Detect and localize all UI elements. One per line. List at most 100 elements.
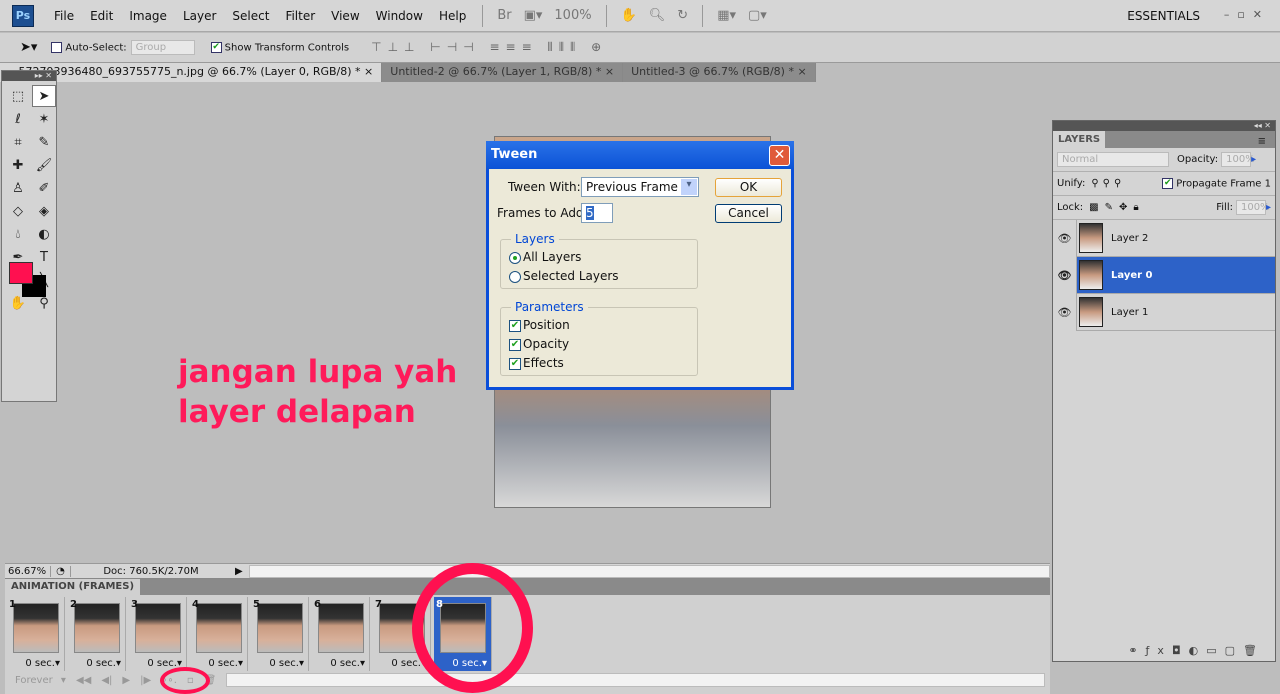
next-frame-icon[interactable]: |▶ [140,675,151,686]
zoom-level[interactable]: 66.67% [5,565,51,577]
selected-layers-radio[interactable]: Selected Layers [509,269,697,288]
marquee-tool-icon[interactable]: ⬚ [6,85,30,107]
menu-filter[interactable]: Filter [277,9,323,23]
frames-to-add-input[interactable]: 5 [581,203,613,223]
zoom-level-select[interactable]: 100% [548,8,597,23]
bridge-icon[interactable]: Br [491,8,517,23]
position-checkbox[interactable]: ✔ Position [509,318,697,337]
menu-bar: Ps File Edit Image Layer Select Filter V… [0,0,1280,32]
cancel-button[interactable]: Cancel [715,204,782,223]
fill-arrow-icon[interactable]: ▸ [1266,202,1271,213]
move-tool-icon[interactable]: ➤ [32,85,56,107]
animation-frame[interactable]: 4 0 sec.▾ [190,597,248,671]
layers-footer-icons[interactable]: ⚭ƒx◘◐▭▢🗑︎ [1128,644,1265,657]
menu-window[interactable]: Window [368,9,431,23]
tween-with-dropdown[interactable]: Previous Frame ▾ [581,177,699,197]
workspace-switcher[interactable]: ESSENTIALS [1127,9,1200,23]
layers-group: Layers All Layers Selected Layers [500,232,698,289]
screen-mode-icon[interactable]: ▢▾ [742,8,773,23]
all-layers-radio[interactable]: All Layers [509,250,697,269]
menu-file[interactable]: File [46,9,82,23]
menu-layer[interactable]: Layer [175,9,224,23]
auto-select-dropdown[interactable]: Group [130,40,195,55]
eraser-icon[interactable]: ◇ [6,200,30,222]
frame-number: 7 [375,599,382,610]
layer-row[interactable]: 👁︎ Layer 1 [1053,293,1275,331]
menu-select[interactable]: Select [224,9,277,23]
rotate-view-icon[interactable]: ↻ [671,8,694,23]
paint-bucket-icon[interactable]: ◈ [32,200,56,222]
ok-button[interactable]: OK [715,178,782,197]
tab-untitled-2[interactable]: Untitled-2 @ 66.7% (Layer 1, RGB/8) * × [382,63,624,82]
eye-icon[interactable]: 👁︎ [1053,219,1077,257]
first-frame-icon[interactable]: ◀◀ [76,675,91,686]
tab-document-1[interactable]: ...572793936480_693755775_n.jpg @ 66.7% … [0,63,383,82]
healing-brush-icon[interactable]: ✚ [6,154,30,176]
animation-frame[interactable]: 2 0 sec.▾ [68,597,126,671]
clone-stamp-icon[interactable]: ♙ [6,177,30,199]
frame-delay[interactable]: 0 sec.▾ [86,658,121,669]
frame-delay[interactable]: 0 sec.▾ [330,658,365,669]
zoom-icon[interactable]: 🔍︎ [643,8,672,23]
eye-icon[interactable]: 👁︎ [1053,293,1077,331]
panel-header[interactable]: ◂◂ ✕ [1053,121,1275,131]
hand-icon[interactable]: ✋ [615,8,643,23]
animation-panel-title: ANIMATION (FRAMES) [5,579,141,595]
foreground-color-swatch[interactable] [9,262,33,284]
layer-row[interactable]: 👁︎ Layer 0 [1053,256,1275,294]
blur-tool-icon[interactable]: 💧︎ [6,223,30,245]
brush-tool-icon[interactable]: 🖌︎ [32,154,56,176]
frame-delay[interactable]: 0 sec.▾ [269,658,304,669]
status-options-icon[interactable]: ◔ [51,565,71,577]
screen-mode-icon[interactable]: ▣▾ [518,8,549,23]
toolbox-header[interactable]: ▸▸ ✕ [2,71,56,81]
layer-row[interactable]: 👁︎ Layer 2 [1053,219,1275,257]
crop-tool-icon[interactable]: ⌗ [6,131,30,153]
blend-mode-dropdown[interactable]: Normal [1057,152,1169,167]
menu-view[interactable]: View [323,9,367,23]
tween-dialog: Tween ✕ Tween With: Previous Frame ▾ Frame… [486,141,794,390]
frame-number: 2 [70,599,77,610]
menu-edit[interactable]: Edit [82,9,121,23]
frame-delay[interactable]: 0 sec.▾ [25,658,60,669]
loop-select[interactable]: Forever ▾ [10,675,66,686]
window-controls[interactable]: –▫✕ [1224,8,1270,21]
history-brush-icon[interactable]: ✐ [32,177,56,199]
tab-untitled-3[interactable]: Untitled-3 @ 66.7% (RGB/8) * × [623,63,816,82]
move-tool-icon[interactable]: ➤▾ [20,40,37,55]
align-distribute-icons[interactable]: ⊤⊥⊥ ⊢⊣⊣ ≡≡≡ ⦀⦀⦀ ⊕ [371,40,607,55]
propagate-frame-checkbox[interactable]: ✔ Propagate Frame 1 [1162,177,1271,189]
opacity-checkbox[interactable]: ✔ Opacity [509,337,697,356]
close-button[interactable]: ✕ [769,145,790,166]
frame-delay[interactable]: 0 sec.▾ [208,658,243,669]
frame-number: 3 [131,599,138,610]
arrange-documents-icon[interactable]: ▦▾ [711,8,742,23]
horizontal-scrollbar[interactable] [248,564,1050,578]
unify-label: Unify: [1057,178,1086,189]
play-icon[interactable]: ▶ [122,675,130,686]
frames-scrollbar[interactable] [226,673,1045,687]
menu-image[interactable]: Image [121,9,175,23]
frame-thumbnail [196,603,242,653]
status-menu-arrow[interactable]: ▶ [235,566,243,577]
eye-icon[interactable]: 👁︎ [1053,256,1077,294]
opacity-arrow-icon[interactable]: ▸ [1251,154,1256,165]
animation-frame[interactable]: 6 0 sec.▾ [312,597,370,671]
previous-frame-icon[interactable]: ◀| [101,675,112,686]
type-tool-icon[interactable]: T [32,246,56,268]
show-transform-checkbox[interactable]: ✔ Show Transform Controls [210,41,349,53]
magic-wand-icon[interactable]: ✶ [32,108,56,130]
animation-frame[interactable]: 30 sec.▾ [129,597,187,671]
animation-frame[interactable]: 1 0 sec.▾ [7,597,65,671]
eyedropper-icon[interactable]: ✎ [32,131,56,153]
lasso-tool-icon[interactable]: ℓ [6,108,30,130]
lock-icons[interactable]: ▩✎✥🔒︎ [1089,202,1145,213]
dodge-tool-icon[interactable]: ◐ [32,223,56,245]
auto-select-checkbox[interactable]: Auto-Select: [51,41,127,53]
effects-checkbox[interactable]: ✔ Effects [509,356,697,375]
unify-icons[interactable]: ⚲⚲⚲ [1091,178,1125,189]
opacity-input[interactable]: 100% [1221,152,1255,167]
animation-frame[interactable]: 5 0 sec.▾ [251,597,309,671]
fill-input[interactable]: 100% [1235,200,1270,215]
menu-help[interactable]: Help [431,9,474,23]
